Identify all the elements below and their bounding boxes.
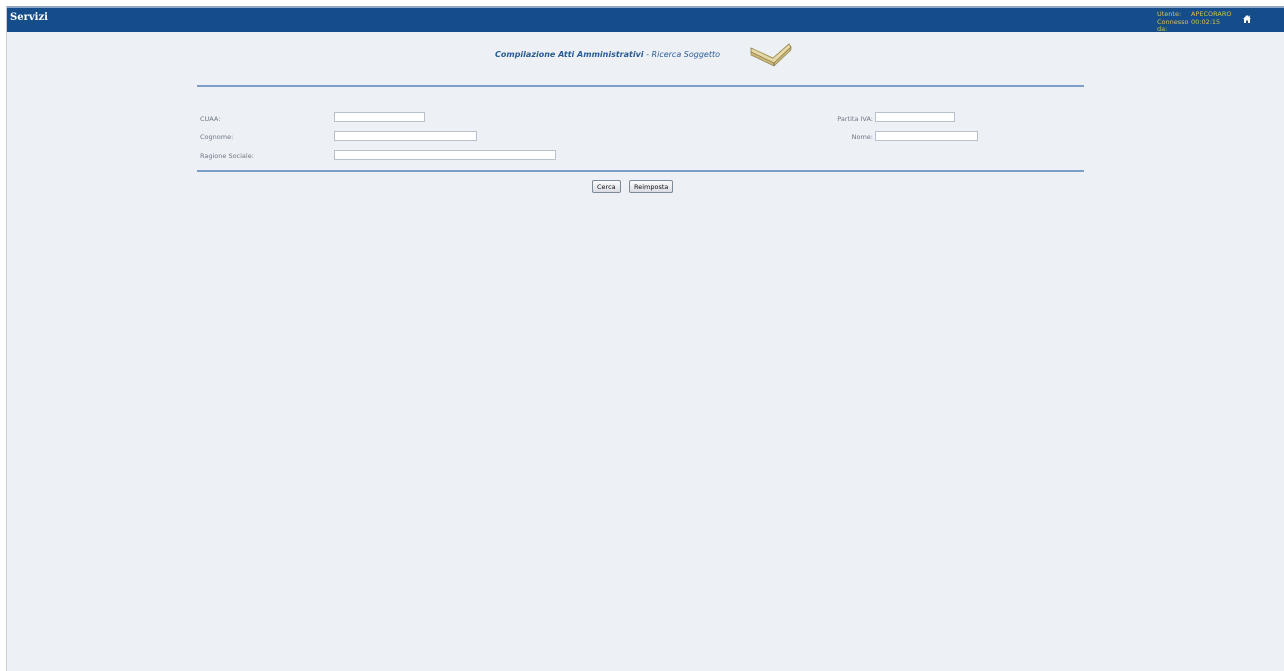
search-button[interactable]: Cerca [592, 180, 621, 193]
cuaa-input[interactable] [334, 112, 425, 122]
connected-label: Connesso da: [1157, 17, 1189, 33]
nome-label: Nome: [851, 133, 873, 141]
page-header: Compilazione Atti Amministrativi - Ricer… [7, 38, 1284, 68]
app-title: Servizi [10, 12, 48, 23]
bottom-divider [197, 170, 1084, 172]
book-icon [750, 43, 792, 67]
partita-iva-input[interactable] [875, 112, 955, 122]
cognome-label: Cognome: [200, 133, 234, 141]
cuaa-label: CUAA: [200, 115, 221, 123]
partita-iva-label: Partita IVA: [837, 115, 873, 123]
connected-value: 00:02:15 [1191, 17, 1221, 26]
ragione-sociale-input[interactable] [334, 150, 556, 160]
page-title-main: Compilazione Atti Amministrativi [495, 50, 644, 59]
top-bar: Servizi Utente: APECORARO Connesso da: 0… [7, 6, 1284, 34]
page-title: Compilazione Atti Amministrativi - Ricer… [495, 50, 720, 59]
page-title-separator: - [643, 50, 652, 59]
cognome-input[interactable] [334, 131, 477, 141]
app-frame: Servizi Utente: APECORARO Connesso da: 0… [6, 6, 1284, 671]
ragione-sociale-label: Ragione Sociale: [200, 152, 254, 160]
reset-button[interactable]: Reimposta [629, 180, 674, 193]
home-icon[interactable] [1242, 14, 1252, 24]
page-title-sub: Ricerca Soggetto [651, 50, 720, 59]
session-info: Utente: APECORARO Connesso da: 00:02:15 [1157, 10, 1241, 34]
nome-input[interactable] [875, 131, 978, 141]
top-divider [197, 85, 1084, 87]
